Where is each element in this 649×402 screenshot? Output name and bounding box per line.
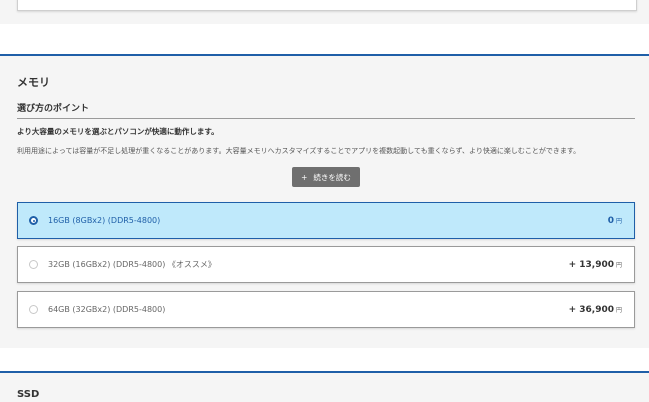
memory-option-64gb[interactable]: 64GB (32GBx2) (DDR5-4800) + 36,900 円 [17, 291, 635, 328]
plus-icon: + [301, 172, 308, 182]
tips-lead: より大容量のメモリを選ぶとパソコンが快適に動作します。 [17, 127, 219, 136]
selection-tips-heading: 選び方のポイント [17, 104, 90, 114]
text-fade [17, 154, 635, 166]
previous-section [0, 0, 649, 24]
radio-selected-icon[interactable] [29, 216, 38, 225]
price-unit: 円 [615, 261, 622, 269]
price-value: + 13,900 [568, 259, 614, 270]
option-label: 16GB (8GBx2) (DDR5-4800) [48, 216, 161, 225]
divider [17, 118, 635, 119]
radio-icon[interactable] [29, 305, 38, 314]
option-price: + 36,900 円 [569, 305, 622, 315]
memory-option-32gb[interactable]: 32GB (16GBx2) (DDR5-4800) 《オススメ》 + 13,90… [17, 246, 635, 283]
option-label: 32GB (16GBx2) (DDR5-4800) 《オススメ》 [48, 260, 216, 269]
section-title: SSD [17, 389, 40, 400]
price-unit: 円 [615, 306, 622, 314]
read-more-label: 続きを読む [313, 172, 351, 182]
option-price: + 13,900 円 [569, 260, 622, 270]
previous-option-card[interactable] [17, 0, 637, 11]
radio-icon[interactable] [29, 260, 38, 269]
ssd-section: SSD [0, 371, 649, 402]
section-title: メモリ [17, 76, 50, 89]
memory-option-16gb[interactable]: 16GB (8GBx2) (DDR5-4800) 0 円 [17, 202, 635, 239]
read-more-button[interactable]: + 続きを読む [292, 167, 360, 187]
price-value: 0 [607, 215, 614, 226]
option-price: 0 円 [608, 216, 622, 226]
memory-section: メモリ 選び方のポイント より大容量のメモリを選ぶとパソコンが快適に動作します。… [0, 54, 649, 348]
price-value: + 36,900 [568, 304, 614, 315]
price-unit: 円 [615, 217, 622, 225]
option-label: 64GB (32GBx2) (DDR5-4800) [48, 305, 166, 314]
